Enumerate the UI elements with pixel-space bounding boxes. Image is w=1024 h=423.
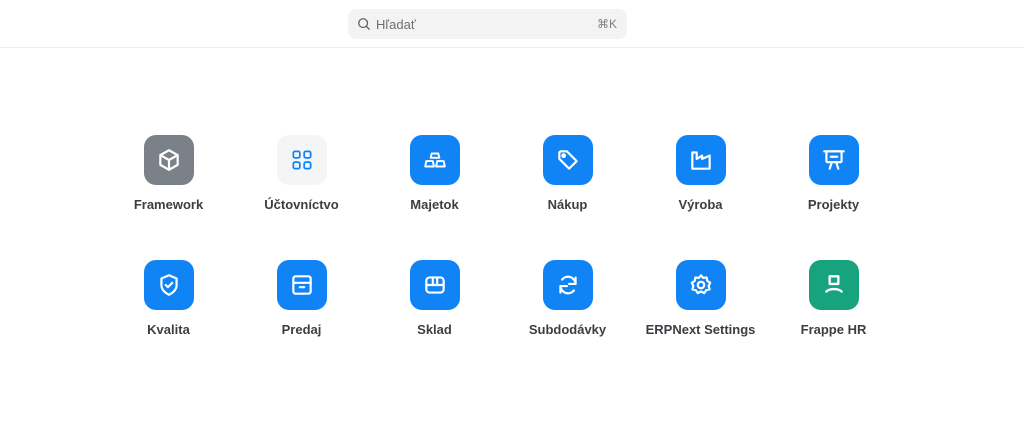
app-vyroba[interactable]: Výroba	[634, 135, 767, 212]
app-kvalita[interactable]: Kvalita	[102, 260, 235, 337]
refresh-icon	[542, 260, 593, 310]
app-majetok[interactable]: Majetok	[368, 135, 501, 212]
search-shortcut-hint: ⌘K	[596, 17, 617, 31]
gold-bars-icon	[409, 135, 460, 185]
app-label: Výroba	[678, 197, 723, 212]
frappe-hr-icon	[808, 260, 859, 310]
app-label: Sklad	[417, 322, 452, 337]
search-bar[interactable]: Hľadať ⌘K	[348, 9, 627, 39]
presentation-board-icon	[808, 135, 859, 185]
gear-icon	[675, 260, 726, 310]
app-nakup[interactable]: Nákup	[501, 135, 634, 212]
factory-icon	[675, 135, 726, 185]
app-predaj[interactable]: Predaj	[235, 260, 368, 337]
search-icon	[357, 17, 371, 31]
accounting-grid-icon	[276, 135, 327, 185]
shield-check-icon	[143, 260, 194, 310]
app-subdodavky[interactable]: Subdodávky	[501, 260, 634, 337]
app-label: ERPNext Settings	[645, 322, 756, 337]
app-label: Projekty	[807, 197, 860, 212]
tag-icon	[542, 135, 593, 185]
app-framework[interactable]: Framework	[102, 135, 235, 212]
cube-icon	[143, 135, 194, 185]
app-label: Nákup	[547, 197, 588, 212]
archive-box-icon	[276, 260, 327, 310]
top-bar: Hľadať ⌘K	[0, 0, 1024, 48]
search-placeholder[interactable]: Hľadať	[376, 17, 597, 32]
app-label: Predaj	[281, 322, 322, 337]
app-label: Subdodávky	[528, 322, 607, 337]
app-projekty[interactable]: Projekty	[767, 135, 900, 212]
app-erpnext-settings[interactable]: ERPNext Settings	[634, 260, 767, 337]
app-grid: Framework Účtovníctvo Majetok Nákup Výro…	[102, 135, 902, 337]
warehouse-box-icon	[409, 260, 460, 310]
app-label: Majetok	[410, 197, 459, 212]
app-label: Účtovníctvo	[264, 197, 339, 212]
app-sklad[interactable]: Sklad	[368, 260, 501, 337]
app-label: Kvalita	[147, 322, 190, 337]
app-label: Framework	[133, 197, 204, 212]
app-frappe-hr[interactable]: Frappe HR	[767, 260, 900, 337]
app-uctovnictvo[interactable]: Účtovníctvo	[235, 135, 368, 212]
app-label: Frappe HR	[800, 322, 867, 337]
